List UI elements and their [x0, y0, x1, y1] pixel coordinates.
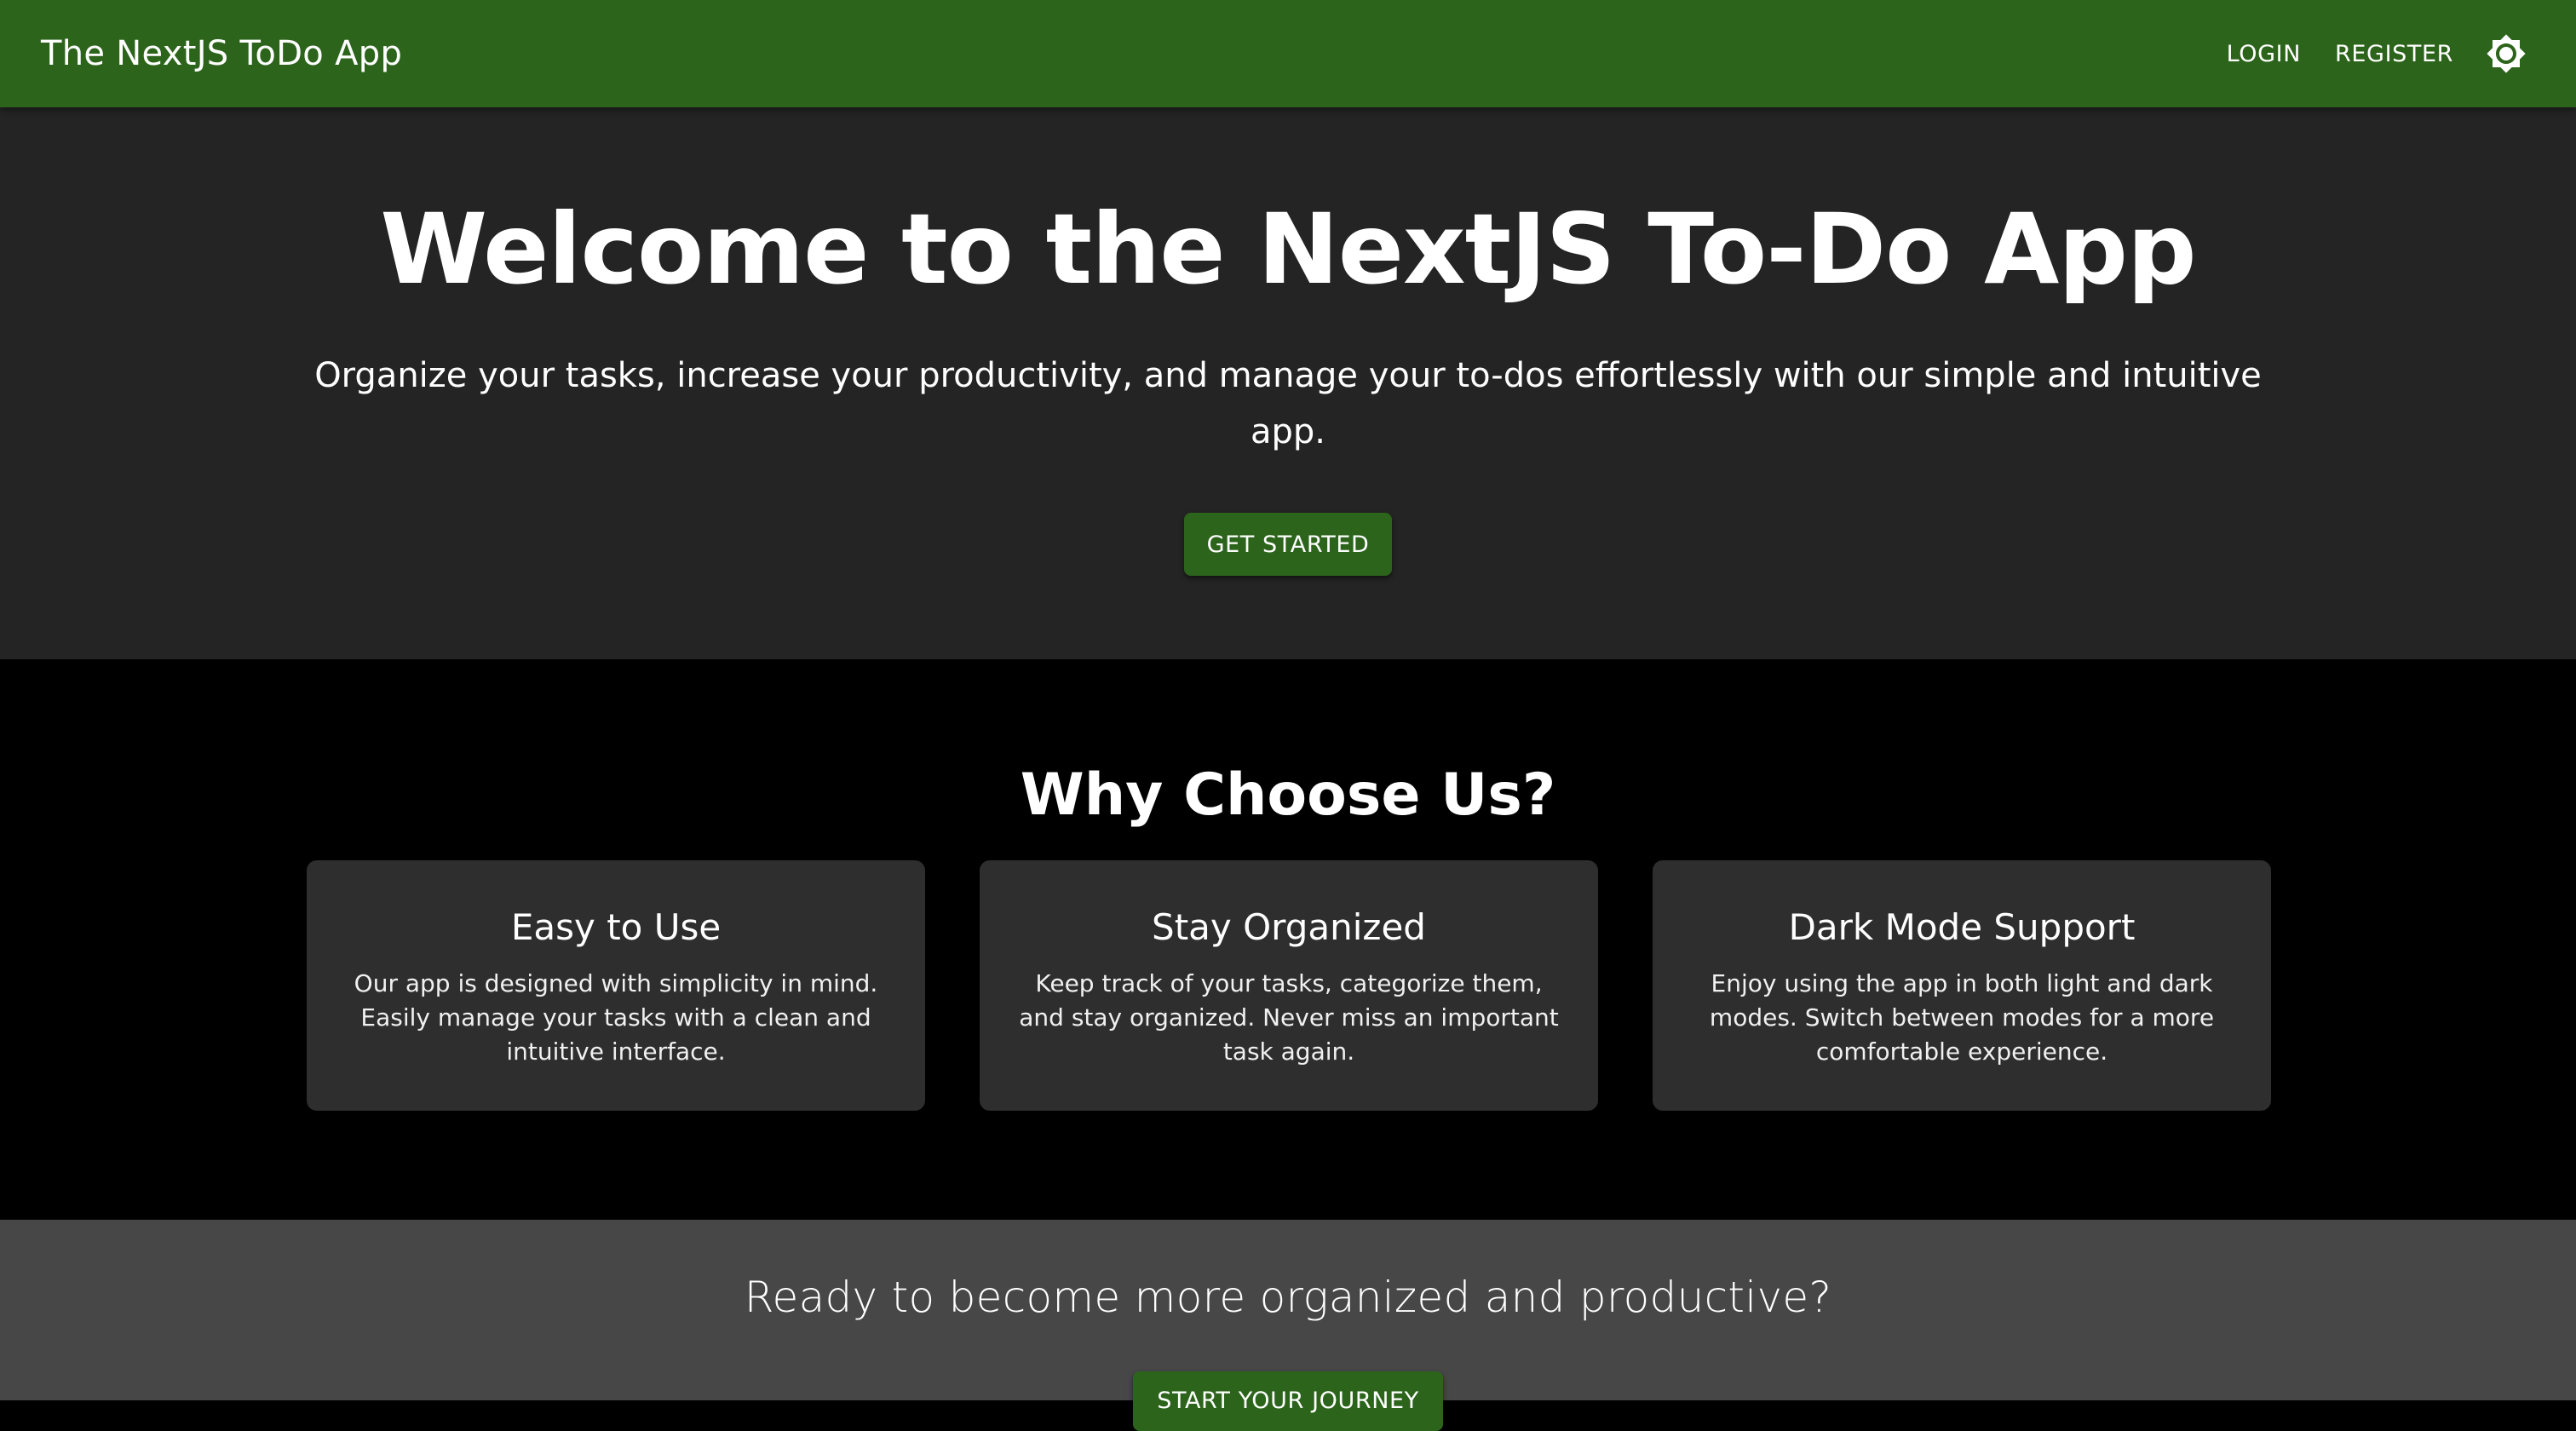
app-title[interactable]: The NextJS ToDo App [41, 34, 402, 73]
brightness-icon [2487, 34, 2526, 73]
feature-card-stay-organized: Stay Organized Keep track of your tasks,… [980, 860, 1598, 1111]
features-section: Why Choose Us? Easy to Use Our app is de… [0, 659, 2576, 1220]
login-button[interactable]: LOGIN [2210, 29, 2318, 79]
feature-card-text: Our app is designed with simplicity in m… [354, 969, 878, 1066]
features-heading: Why Choose Us? [1020, 761, 1556, 829]
feature-card-title: Easy to Use [510, 906, 722, 948]
cta-heading: Ready to become more organized and produ… [744, 1273, 1832, 1322]
hero-heading: Welcome to the NextJS To-Do App [380, 193, 2196, 306]
theme-toggle-button[interactable] [2479, 26, 2533, 81]
feature-card-title: Dark Mode Support [1788, 906, 2136, 948]
app-bar: The NextJS ToDo App LOGIN REGISTER [0, 0, 2576, 107]
feature-card-easy-to-use: Easy to Use Our app is designed with sim… [307, 860, 925, 1111]
hero-subheading: Organize your tasks, increase your produ… [314, 356, 2262, 451]
feature-cards: Easy to Use Our app is designed with sim… [307, 860, 2271, 1111]
top-nav: LOGIN REGISTER [2210, 26, 2533, 81]
feature-card-text: Keep track of your tasks, categorize the… [1019, 969, 1559, 1066]
feature-card-title: Stay Organized [1152, 906, 1426, 948]
get-started-button[interactable]: GET STARTED [1184, 513, 1392, 576]
feature-card-dark-mode: Dark Mode Support Enjoy using the app in… [1653, 860, 2271, 1111]
cta-section: Ready to become more organized and produ… [0, 1220, 2576, 1431]
hero-section: Welcome to the NextJS To-Do App Organize… [0, 107, 2576, 659]
start-journey-button[interactable]: START YOUR JOURNEY [1133, 1371, 1443, 1431]
feature-card-text: Enjoy using the app in both light and da… [1709, 969, 2215, 1066]
register-button[interactable]: REGISTER [2318, 29, 2470, 79]
